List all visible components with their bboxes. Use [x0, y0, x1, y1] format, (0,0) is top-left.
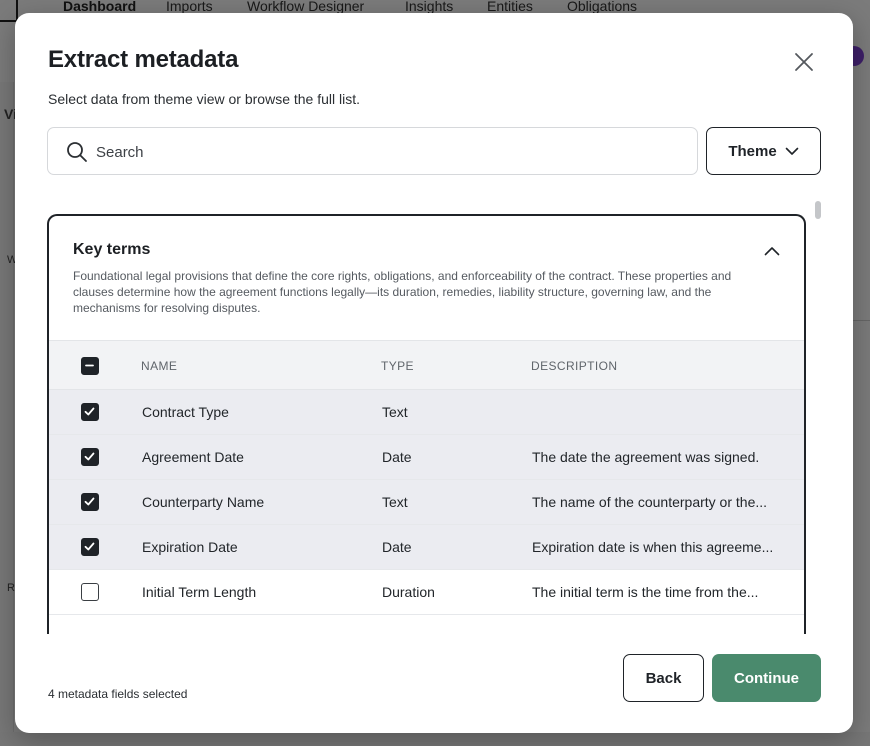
- row-checkbox[interactable]: [81, 583, 99, 601]
- check-icon: [84, 407, 95, 416]
- column-header-description[interactable]: DESCRIPTION: [531, 359, 617, 373]
- back-button[interactable]: Back: [623, 654, 704, 702]
- search-input[interactable]: [96, 140, 676, 164]
- column-header-name[interactable]: NAME: [141, 359, 177, 373]
- check-icon: [84, 497, 95, 506]
- cell-type: Text: [382, 494, 408, 510]
- select-all-checkbox[interactable]: [81, 357, 99, 375]
- chevron-down-icon: [785, 147, 798, 155]
- close-icon[interactable]: [793, 51, 815, 73]
- row-checkbox[interactable]: [81, 538, 99, 556]
- cell-type: Text: [382, 404, 408, 420]
- cell-name: Contract Type: [142, 404, 229, 420]
- row-checkbox[interactable]: [81, 493, 99, 511]
- key-terms-section: Key terms Foundational legal provisions …: [47, 214, 806, 634]
- table-row[interactable]: Expiration Date Date Expiration date is …: [49, 525, 804, 570]
- section-title: Key terms: [73, 241, 151, 258]
- extract-metadata-modal: Extract metadata Select data from theme …: [15, 13, 853, 733]
- search-icon: [67, 142, 87, 162]
- cell-type: Duration: [382, 584, 435, 600]
- row-checkbox[interactable]: [81, 448, 99, 466]
- cell-name: Agreement Date: [142, 449, 244, 465]
- scrollbar-track[interactable]: [812, 199, 824, 622]
- table-row[interactable]: Agreement Date Date The date the agreeme…: [49, 435, 804, 480]
- cell-name: Initial Term Length: [142, 584, 257, 600]
- continue-button[interactable]: Continue: [712, 654, 821, 702]
- selected-count: 4 metadata fields selected: [48, 687, 188, 701]
- check-icon: [84, 452, 95, 461]
- scrollbar-thumb[interactable]: [815, 201, 821, 219]
- theme-button-label: Theme: [728, 142, 777, 160]
- cell-name: Counterparty Name: [142, 494, 265, 510]
- cell-description: The initial term is the time from the...: [532, 584, 759, 600]
- section-description: Foundational legal provisions that defin…: [73, 269, 732, 315]
- cell-description: Expiration date is when this agreeme...: [532, 539, 774, 555]
- table-row[interactable]: Initial Term Length Duration The initial…: [49, 570, 804, 615]
- modal-title: Extract metadata: [48, 46, 239, 73]
- table-row[interactable]: Counterparty Name Text The name of the c…: [49, 480, 804, 525]
- minus-icon: [85, 364, 94, 367]
- search-box[interactable]: [47, 127, 698, 175]
- cell-name: Expiration Date: [142, 539, 238, 555]
- theme-dropdown-button[interactable]: Theme: [706, 127, 821, 175]
- cell-type: Date: [382, 449, 412, 465]
- chevron-up-icon[interactable]: [763, 242, 781, 260]
- column-header-type[interactable]: TYPE: [381, 359, 414, 373]
- row-checkbox[interactable]: [81, 403, 99, 421]
- cell-description: The name of the counterparty or the...: [532, 494, 768, 510]
- cell-description: The date the agreement was signed.: [532, 449, 760, 465]
- check-icon: [84, 542, 95, 551]
- cell-type: Date: [382, 539, 412, 555]
- table-header: NAME TYPE DESCRIPTION: [49, 340, 804, 390]
- modal-subtitle: Select data from theme view or browse th…: [48, 91, 361, 107]
- table-row[interactable]: Contract Type Text: [49, 390, 804, 435]
